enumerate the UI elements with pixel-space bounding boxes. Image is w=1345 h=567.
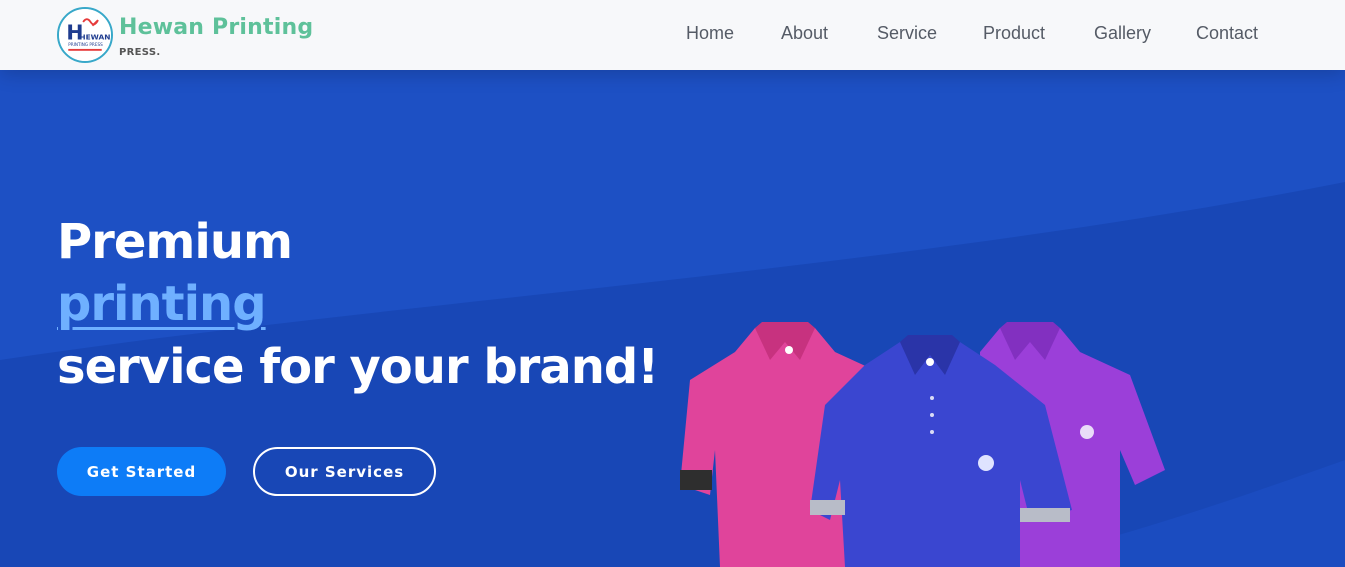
nav-gallery[interactable]: Gallery [1094, 23, 1151, 44]
hero-title-highlight: printing [57, 276, 267, 332]
nav-product[interactable]: Product [983, 23, 1045, 44]
nav-contact[interactable]: Contact [1196, 23, 1258, 44]
nav-about[interactable]: About [781, 23, 828, 44]
polo-shirts-illustration [680, 322, 1165, 567]
hero-section: Premium printing service for your brand!… [0, 70, 1345, 567]
our-services-button[interactable]: Our Services [253, 447, 436, 496]
polo-shirts-image [660, 320, 1180, 567]
main-nav: Home About Service Product Gallery Conta… [0, 0, 1345, 70]
nav-service[interactable]: Service [877, 23, 937, 44]
site-header: H HEWAN PRINTING PRESS Hewan Printing PR… [0, 0, 1345, 70]
get-started-button[interactable]: Get Started [57, 447, 226, 496]
hero-title-line3: service for your brand! [57, 339, 659, 395]
hero-title-line1: Premium [57, 214, 293, 270]
nav-home[interactable]: Home [686, 23, 734, 44]
